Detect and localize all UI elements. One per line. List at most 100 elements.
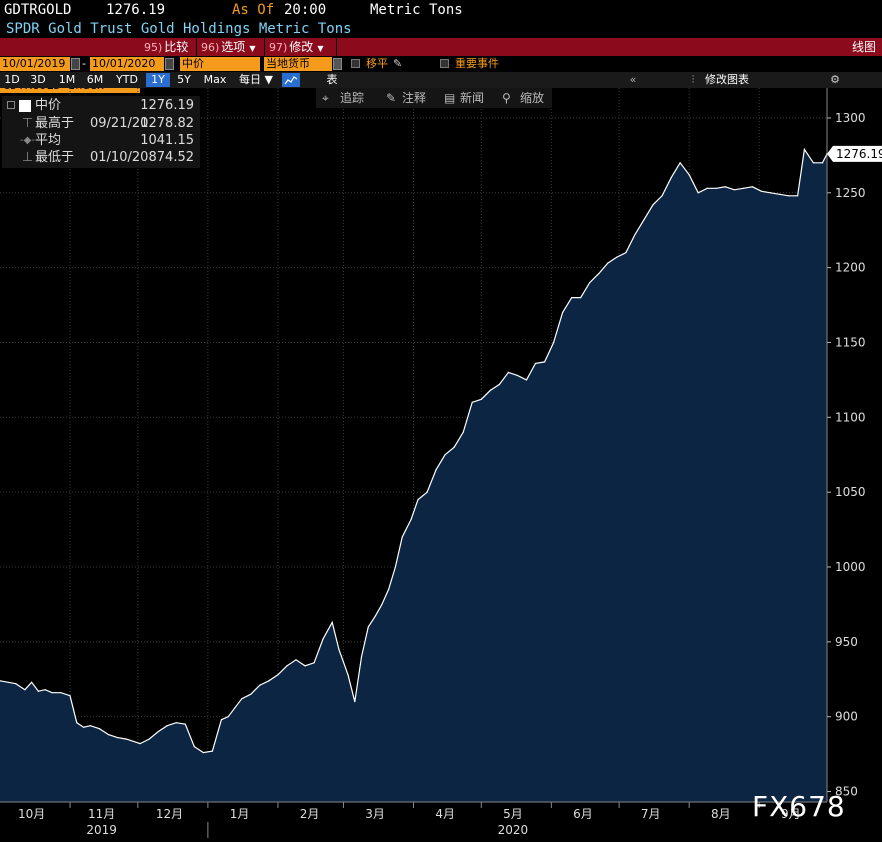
data-point: [625, 252, 627, 254]
data-point: [616, 256, 618, 258]
x-tick-label: 3月: [365, 807, 385, 821]
data-point: [534, 362, 537, 365]
data-point: [98, 728, 101, 730]
legend-label: 中价: [35, 98, 62, 113]
data-point: [688, 174, 690, 176]
watermark: FX678: [752, 790, 846, 823]
average-marker-icon: -◆-: [20, 135, 35, 146]
data-point: [715, 187, 717, 189]
data-point: [89, 725, 91, 727]
data-point: [453, 446, 455, 448]
data-point: [435, 469, 437, 471]
data-point: [417, 499, 419, 501]
data-point: [211, 750, 213, 752]
data-point: [76, 722, 78, 724]
data-point: [826, 153, 828, 155]
year-label: 2020: [498, 823, 529, 837]
last-value-label: 1276.19: [836, 147, 882, 161]
data-point: [313, 662, 315, 664]
data-point: [338, 648, 340, 650]
data-point: [374, 615, 376, 617]
legend-label: 平均: [35, 133, 62, 148]
x-tick-label: 5月: [503, 807, 523, 821]
annotate-button[interactable]: 注释: [402, 88, 426, 108]
data-point: [543, 361, 546, 363]
data-point: [742, 187, 744, 189]
x-tick-label: 11月: [88, 807, 115, 821]
data-point: [661, 195, 663, 197]
data-point: [220, 719, 223, 721]
legend-value: 1278.82: [140, 116, 194, 131]
pencil-icon[interactable]: ✎: [386, 88, 396, 108]
data-point: [241, 698, 243, 700]
data-point: [589, 281, 591, 284]
data-point: [31, 681, 33, 683]
low-marker-icon: ⊥: [22, 150, 34, 165]
y-tick-label: 1000: [835, 560, 866, 574]
legend-value: 1041.15: [140, 133, 194, 148]
data-point: [184, 723, 186, 725]
zoom-icon[interactable]: ⚲: [502, 88, 511, 108]
data-point: [259, 684, 261, 686]
data-point: [277, 674, 279, 676]
x-tick-label: 12月: [156, 807, 183, 821]
data-point: [69, 695, 71, 697]
data-point: [347, 674, 349, 676]
data-point: [24, 689, 26, 691]
legend-value: 1276.19: [140, 98, 194, 113]
data-point: [354, 701, 356, 703]
legend-value: 874.52: [148, 150, 195, 165]
data-point: [322, 638, 324, 640]
data-point: [51, 692, 53, 694]
data-point: [525, 379, 528, 381]
data-point: [498, 383, 500, 385]
crosshair-icon[interactable]: ⌖: [322, 88, 329, 108]
news-icon[interactable]: ▤: [444, 88, 455, 108]
y-tick-label: 1050: [835, 485, 866, 499]
data-point: [107, 734, 110, 736]
data-point: [410, 518, 412, 520]
data-point: [331, 621, 333, 623]
data-point: [227, 716, 229, 718]
data-point: [697, 192, 699, 194]
y-tick-label: 900: [835, 710, 858, 724]
data-point: [821, 162, 824, 164]
data-point: [125, 738, 128, 740]
data-point: [480, 398, 482, 400]
data-point: [295, 659, 297, 661]
y-tick-label: 1300: [835, 111, 866, 125]
data-point: [202, 752, 204, 754]
collapse-icon[interactable]: [7, 101, 15, 109]
track-button[interactable]: 追踪: [340, 88, 364, 108]
high-marker-icon: ⊤: [22, 116, 34, 131]
data-point: [507, 371, 510, 374]
data-point: [157, 731, 159, 733]
legend-row-mid[interactable]: 中价 1276.19: [2, 97, 200, 115]
data-point: [652, 204, 654, 206]
legend-row-high: ⊤ 最高于 09/21/20 1278.82: [2, 115, 200, 133]
data-point: [286, 665, 288, 667]
news-button[interactable]: 新闻: [460, 88, 484, 108]
x-axis: 10月 11月 12月 1月 2月 3月 4月 5月 6月 7月 8月 9月2019 2020: [0, 801, 827, 838]
y-tick-label: 1200: [835, 261, 866, 275]
data-point: [193, 746, 195, 748]
data-point: [516, 374, 519, 376]
data-point: [148, 738, 150, 740]
data-point: [360, 656, 363, 658]
legend-row-avg: -◆- 平均 1041.15: [2, 132, 200, 150]
data-point: [139, 743, 141, 745]
data-point: [166, 725, 168, 727]
data-point: [562, 311, 564, 314]
chart-tools-bar: ⌖ 追踪 ✎ 注释 ▤ 新闻 ⚲ 缩放: [316, 88, 552, 108]
data-point: [462, 431, 464, 433]
data-point: [679, 162, 681, 164]
data-point: [234, 707, 236, 709]
data-point: [803, 148, 806, 150]
legend-row-low: ⊥ 最低于 01/10/20 874.52: [2, 149, 200, 167]
data-point: [787, 195, 790, 197]
y-tick-label: 1250: [835, 186, 866, 200]
data-point: [751, 186, 754, 188]
data-point: [670, 177, 672, 179]
data-point: [778, 193, 781, 195]
zoom-button[interactable]: 缩放: [520, 88, 544, 108]
